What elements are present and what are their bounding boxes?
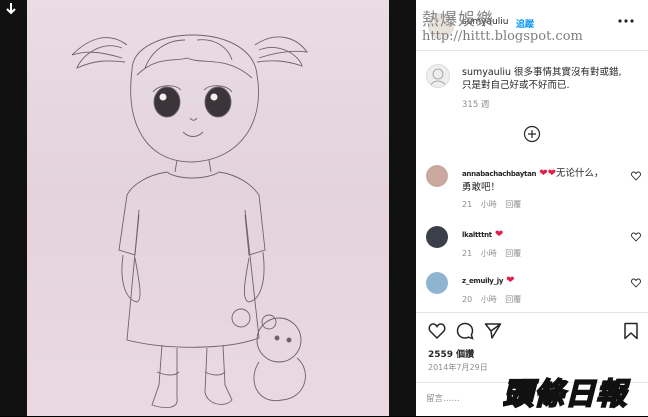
comment-meta: 21 小時 回覆 (462, 248, 521, 259)
comment-body: annabachachbaytan ❤❤无论什么，勇敢吧！ (462, 167, 612, 194)
post-details-panel: sumyauliu 追蹤 sumyauliu 很多事情其實沒有對或錯, 只是對自… (416, 0, 648, 416)
reply-button[interactable]: 回覆 (505, 200, 521, 209)
reply-button[interactable]: 回覆 (505, 295, 521, 304)
comment-bubble-icon[interactable] (456, 322, 474, 340)
down-arrow-icon[interactable] (4, 2, 18, 16)
watermark-logo: 頭條日報 (502, 376, 627, 413)
comment-body: z_emuily_jy ❤ (462, 274, 612, 288)
like-count[interactable]: 2559 個讚 (428, 347, 474, 360)
red-heart-emoji: ❤ (547, 168, 556, 179)
commenter-username[interactable]: lkaltttnt (462, 231, 492, 239)
red-heart-emoji: ❤ (506, 275, 515, 286)
comment-meta: 20 小時 回覆 (462, 294, 521, 305)
post-image[interactable] (27, 0, 389, 416)
post-date: 2014年7月29日 (428, 363, 488, 372)
commenter-avatar[interactable] (426, 272, 448, 294)
heart-icon[interactable] (428, 322, 446, 340)
comment-meta: 21 小時 回覆 (462, 199, 521, 210)
caption-line-2: 只是對自己好或不好而已. (462, 80, 570, 91)
commenter-avatar[interactable] (426, 165, 448, 187)
plus-circle-icon[interactable] (523, 125, 541, 143)
reply-button[interactable]: 回覆 (505, 249, 521, 258)
comment-time: 20 小時 (462, 295, 497, 304)
caption-username[interactable]: sumyauliu (462, 67, 511, 78)
commenter-username[interactable]: annabachachbaytan (462, 170, 536, 178)
comment-time: 21 小時 (462, 249, 497, 258)
pencil-sketch-illustration (71, 34, 308, 409)
caption-line-1: 很多事情其實沒有對或錯, (514, 67, 622, 78)
red-heart-emoji: ❤ (539, 168, 548, 179)
paper-plane-icon[interactable] (484, 322, 502, 340)
red-heart-emoji: ❤ (494, 229, 504, 240)
watermark-url: http://hittt.blogspot.com (422, 29, 583, 44)
comment-input[interactable]: 留言…… (426, 392, 460, 404)
caption-timestamp: 315 週 (462, 100, 490, 110)
heart-icon[interactable] (631, 171, 641, 181)
heart-icon[interactable] (631, 278, 641, 288)
comment-time: 21 小時 (462, 200, 497, 209)
comment-body: lkaltttnt ❤ (462, 228, 612, 242)
post-caption: sumyauliu 很多事情其實沒有對或錯, 只是對自己好或不好而已. (462, 66, 638, 92)
heart-icon[interactable] (631, 232, 641, 242)
bookmark-icon[interactable] (622, 322, 640, 340)
more-dots-icon[interactable] (618, 18, 634, 24)
caption-avatar[interactable] (426, 64, 450, 88)
commenter-username[interactable]: z_emuily_jy (462, 277, 503, 285)
commenter-avatar[interactable] (426, 226, 448, 248)
post-actions-bar (416, 312, 648, 349)
watermark-title: 熱爆娛樂 (422, 10, 494, 30)
